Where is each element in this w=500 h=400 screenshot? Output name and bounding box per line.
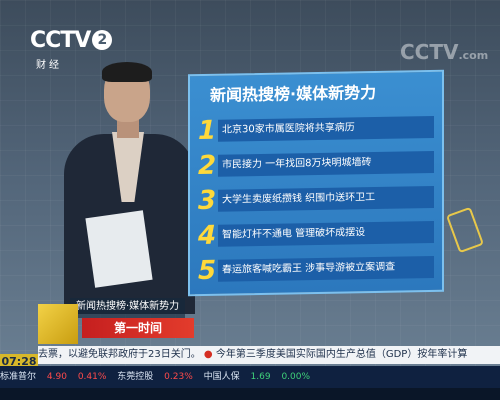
- channel-number: 2: [92, 30, 113, 50]
- item-rank: 1: [198, 115, 217, 147]
- board-item: 2 市民接力 一年找回8万块明城墙砖: [198, 147, 436, 181]
- stock-ticker: 标准普尔 4.90 0.41% 东莞控股 0.23% 中国人保 1.69 0.0…: [0, 366, 500, 388]
- item-text: 大学生卖废纸攒钱 织围巾送环卫工: [218, 185, 434, 212]
- stock-change: 0.23%: [164, 372, 193, 382]
- item-text: 智能灯杆不通电 管理破坏成摆设: [218, 220, 434, 247]
- item-text: 春运旅客喊吃霸王 涉事导游被立案调查: [218, 255, 434, 282]
- channel-sub: 财经: [36, 60, 62, 71]
- stock-name: 中国人保: [203, 372, 240, 382]
- wall-logo-suffix: .com: [458, 49, 489, 62]
- ticker-text: 去票，以避免联邦政府于23日关门。: [38, 349, 201, 360]
- ticker-text-2: 今年第三季度美国实际国内生产总值（GDP）按年率计算: [215, 349, 468, 360]
- board-item: 3 大学生卖废纸攒钱 织围巾送环卫工: [198, 182, 436, 216]
- board-item: 5 春运旅客喊吃霸王 涉事导游被立案调查: [198, 252, 436, 286]
- board-title: 新闻热搜榜·媒体新势力: [210, 82, 377, 105]
- ticker-bullet: ●: [203, 349, 213, 360]
- item-text: 市民接力 一年找回8万块明城墙砖: [218, 150, 434, 177]
- stock-change: 0.41%: [77, 372, 107, 382]
- cctv-logo-mark: CCTV: [30, 28, 91, 53]
- board-item: 4 智能灯杆不通电 管理破坏成摆设: [198, 217, 436, 251]
- hot-search-board: 新闻热搜榜·媒体新势力 1 北京30家市属医院将共享病历 2 市民接力 一年找回…: [188, 69, 444, 297]
- board-list: 1 北京30家市属医院将共享病历 2 市民接力 一年找回8万块明城墙砖 3 大学…: [198, 112, 436, 291]
- news-anchor: [62, 62, 197, 314]
- bottom-strip: [0, 388, 500, 400]
- stock-value: 1.69: [250, 372, 271, 382]
- item-rank: 3: [198, 185, 217, 217]
- news-ticker: 去票，以避免联邦政府于23日关门。 ● 今年第三季度美国实际国内生产总值（GDP…: [38, 346, 500, 364]
- stock-name: 东莞控股: [117, 372, 154, 382]
- script-paper: [85, 210, 153, 288]
- anchor-hair: [102, 62, 152, 82]
- stock-name: 标准普尔: [0, 372, 37, 382]
- wall-logo: CCTV.com: [400, 40, 488, 64]
- story-slug: 新闻热搜榜·媒体新势力: [70, 298, 186, 318]
- show-logo-block: [38, 304, 78, 344]
- item-rank: 2: [198, 150, 217, 182]
- stock-change: 0.00%: [281, 372, 311, 382]
- wall-logo-mark: CCTV: [400, 40, 459, 64]
- board-item: 1 北京30家市属医院将共享病历: [198, 112, 436, 146]
- item-text: 北京30家市属医院将共享病历: [218, 115, 434, 142]
- stock-value: 4.90: [46, 372, 67, 382]
- item-rank: 4: [198, 220, 217, 252]
- show-name: 第一时间: [82, 318, 194, 338]
- item-rank: 5: [198, 255, 217, 287]
